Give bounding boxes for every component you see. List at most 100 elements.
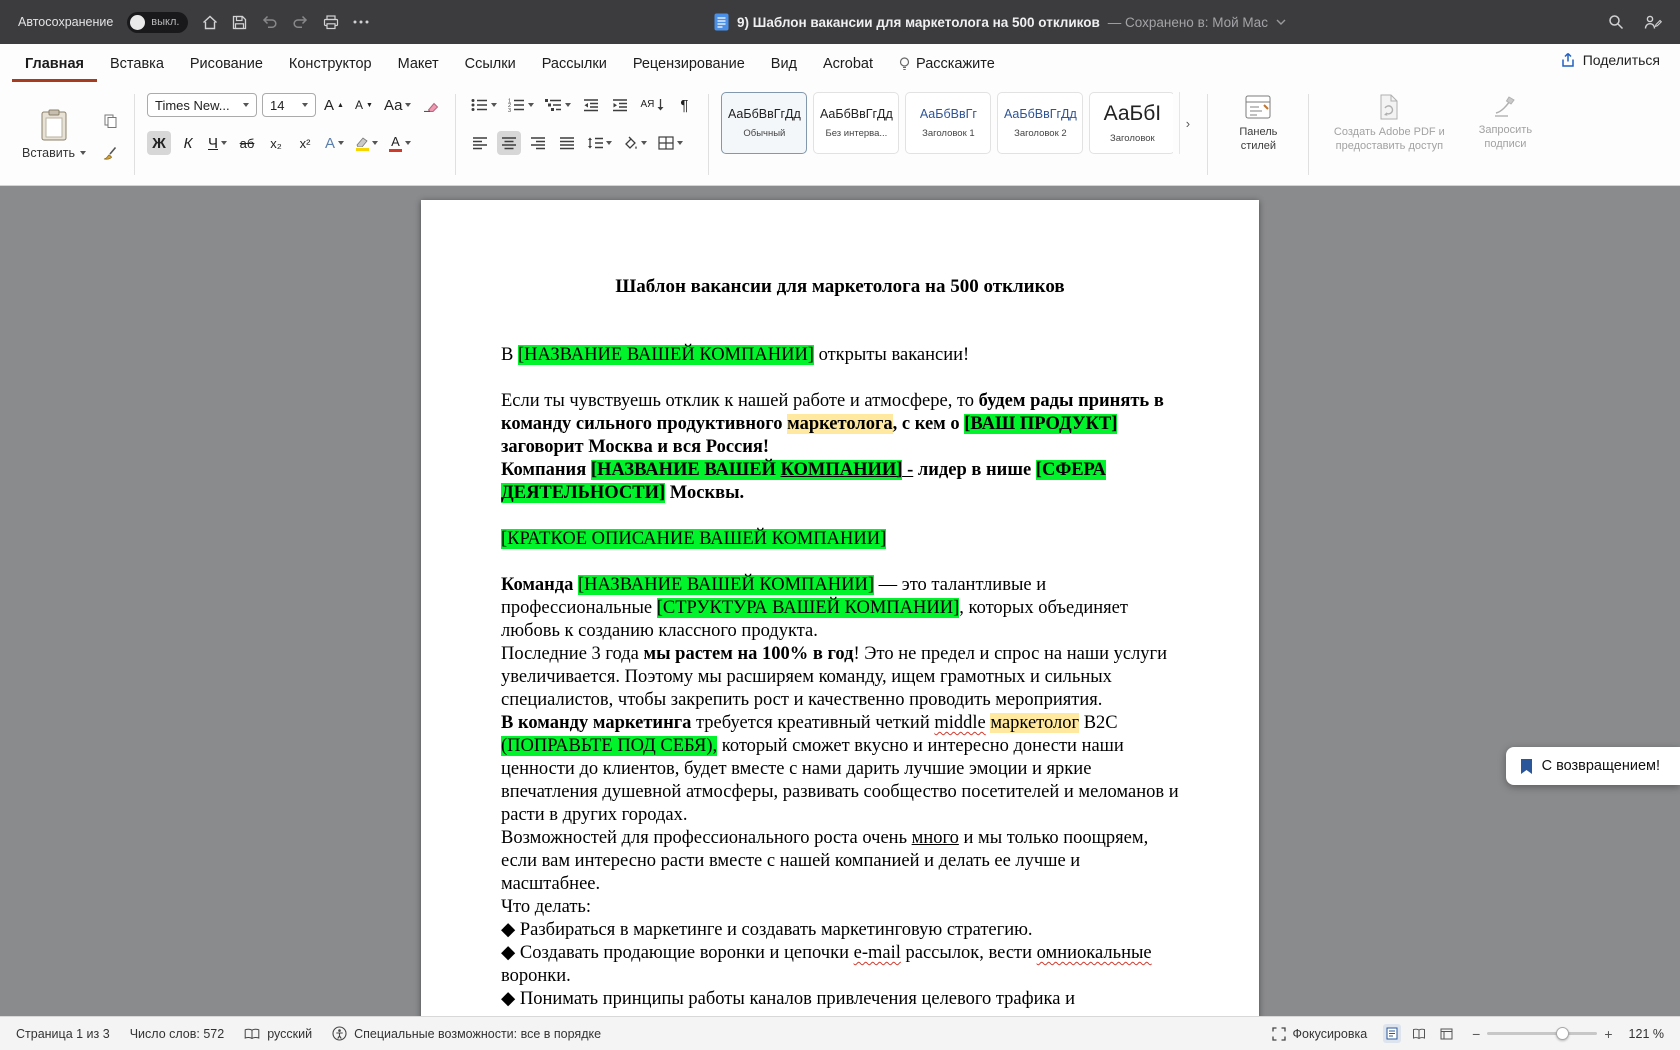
text-run: маркетолога <box>787 414 893 434</box>
paste-chevron-icon <box>80 151 86 155</box>
style-Заголовок 1[interactable]: АаБбВвГг Заголовок 1 <box>905 92 992 154</box>
title-chevron-down-icon[interactable] <box>1276 19 1286 25</box>
accessibility-status[interactable]: Специальные возможности: все в порядке <box>332 1026 601 1041</box>
tab-label: Вид <box>770 56 798 72</box>
shading-icon[interactable] <box>620 131 650 155</box>
welcome-back-toast[interactable]: С возвращением! <box>1505 747 1680 785</box>
tab-Acrobat[interactable]: Acrobat <box>810 47 886 82</box>
shrink-font-button[interactable]: А ▼ <box>352 93 376 117</box>
search-icon[interactable] <box>1608 14 1624 30</box>
text-run: воронки. <box>501 966 571 986</box>
text-run: Если ты чувствуешь отклик к нашей работе… <box>501 391 979 411</box>
style-Заголовок 2[interactable]: АаБбВвГгДд Заголовок 2 <box>997 92 1084 154</box>
text-run: ◆ Понимать принципы работы каналов привл… <box>501 989 1075 1009</box>
subscript-button[interactable]: х₂ <box>264 131 288 155</box>
borders-icon[interactable] <box>655 131 686 155</box>
feedback-person-icon[interactable] <box>1644 14 1662 30</box>
tab-Рецензирование[interactable]: Рецензирование <box>620 47 758 82</box>
print-layout-view-icon[interactable] <box>1383 1024 1402 1043</box>
redo-icon[interactable] <box>292 15 309 29</box>
text-effects-button[interactable]: А <box>322 131 347 155</box>
text-run: КОМПАНИИ] <box>780 460 903 480</box>
page-indicator[interactable]: Страница 1 из 3 <box>16 1027 110 1041</box>
autosave-toggle[interactable]: выкл. <box>127 11 189 33</box>
zoom-slider[interactable] <box>1487 1027 1598 1040</box>
print-icon[interactable] <box>323 14 339 30</box>
language-selector[interactable]: русский <box>244 1027 312 1041</box>
zoom-out-button[interactable]: − <box>1472 1026 1480 1042</box>
document-title: 9) Шаблон вакансии для маркетолога на 50… <box>737 14 1100 30</box>
clear-formatting-icon[interactable] <box>419 93 443 117</box>
save-icon[interactable] <box>232 15 247 30</box>
change-case-button[interactable]: Аа <box>381 93 415 117</box>
highlight-color-button[interactable] <box>352 131 381 155</box>
tab-Главная[interactable]: Главная <box>12 47 97 82</box>
font-group: Times New... 14 А ▲ А ▼ Аа Ж К Ч аб х₂ х… <box>139 90 451 179</box>
styles-pane-button[interactable]: Панель стилей <box>1220 90 1296 158</box>
tab-Рассылки[interactable]: Рассылки <box>529 47 620 82</box>
create-adobe-pdf-button[interactable]: Создать Adobe PDF и предоставить доступ <box>1321 90 1457 179</box>
style-Заголовок[interactable]: АаБбІ Заголовок <box>1089 92 1174 154</box>
more-commands-icon[interactable] <box>353 20 369 24</box>
align-right-icon[interactable] <box>526 131 550 155</box>
share-button[interactable]: Поделиться <box>1560 52 1660 68</box>
numbered-list-icon[interactable]: 123 <box>505 93 537 117</box>
grow-font-button[interactable]: А ▲ <box>321 93 347 117</box>
strikethrough-button[interactable]: аб <box>235 131 259 155</box>
decrease-indent-icon[interactable] <box>579 93 603 117</box>
word-count[interactable]: Число слов: 572 <box>130 1027 225 1041</box>
font-color-button[interactable]: А <box>386 131 414 155</box>
superscript-button[interactable]: х² <box>293 131 317 155</box>
chevron-down-icon <box>302 103 308 107</box>
focus-mode-button[interactable]: Фокусировка <box>1271 1027 1367 1041</box>
multilevel-list-icon[interactable] <box>542 93 574 117</box>
sort-icon[interactable]: АЯ <box>637 93 667 117</box>
align-left-icon[interactable] <box>468 131 492 155</box>
underline-button[interactable]: Ч <box>205 131 230 155</box>
styles-gallery: АаБбВвГгДд Обычный АаБбВвГгДд Без интерва..… <box>721 92 1174 154</box>
tab-Макет[interactable]: Макет <box>385 47 452 82</box>
zoom-slider-thumb[interactable] <box>1555 1027 1569 1040</box>
format-painter-icon[interactable] <box>98 141 122 165</box>
zoom-in-button[interactable]: + <box>1604 1026 1612 1042</box>
web-layout-view-icon[interactable] <box>1437 1025 1456 1043</box>
more-styles-button[interactable]: › <box>1179 92 1195 154</box>
doc-paragraph: В команду маркетинга требуется креативны… <box>501 712 1179 827</box>
text-run: омниокальные <box>1036 943 1152 963</box>
justify-icon[interactable] <box>555 131 579 155</box>
font-name-select[interactable]: Times New... <box>147 93 257 117</box>
increase-indent-icon[interactable] <box>608 93 632 117</box>
style-Без интерва...[interactable]: АаБбВвГгДд Без интерва... <box>813 92 900 154</box>
tab-Рисование[interactable]: Рисование <box>177 47 276 82</box>
paste-button[interactable]: Вставить <box>16 107 92 162</box>
home-icon[interactable] <box>202 15 218 30</box>
accessibility-icon <box>332 1026 347 1041</box>
tab-Вид[interactable]: Вид <box>758 47 810 82</box>
font-name-value: Times New... <box>155 97 230 113</box>
italic-button[interactable]: К <box>176 131 200 155</box>
tab-Вставка[interactable]: Вставка <box>97 47 177 82</box>
tab-Конструктор[interactable]: Конструктор <box>276 47 385 82</box>
document-page[interactable]: Шаблон вакансии для маркетолога на 500 о… <box>421 200 1259 1016</box>
line-spacing-icon[interactable] <box>584 131 615 155</box>
tab-Ссылки[interactable]: Ссылки <box>452 47 529 82</box>
bold-button[interactable]: Ж <box>147 131 171 155</box>
style-Обычный[interactable]: АаБбВвГгДд Обычный <box>721 92 808 154</box>
read-mode-view-icon[interactable] <box>1409 1025 1429 1043</box>
bookmark-icon <box>1520 758 1533 775</box>
style-name: Заголовок 2 <box>1014 128 1067 139</box>
bullet-list-icon[interactable] <box>468 93 500 117</box>
show-formatting-marks-icon[interactable]: ¶ <box>672 93 696 117</box>
document-title-area[interactable]: 9) Шаблон вакансии для маркетолога на 50… <box>448 13 1552 31</box>
ribbon-tab-bar: Главная Вставка Рисование Конструктор Макет С… <box>0 44 1680 82</box>
zoom-percent[interactable]: 121 % <box>1629 1027 1664 1041</box>
font-size-select[interactable]: 14 <box>262 93 316 117</box>
tab-label: Конструктор <box>288 56 372 72</box>
tab-Расскажите[interactable]: Расскажите <box>886 47 1008 82</box>
request-signatures-button[interactable]: Запросить подписи <box>1463 90 1547 179</box>
page-content[interactable]: Шаблон вакансии для маркетолога на 500 о… <box>421 200 1259 1011</box>
undo-icon[interactable] <box>261 15 278 29</box>
text-run: [КРАТКОЕ ОПИСАНИЕ ВАШЕЙ КОМПАНИИ] <box>501 529 887 549</box>
copy-icon[interactable] <box>98 109 122 133</box>
align-center-icon[interactable] <box>497 131 522 155</box>
